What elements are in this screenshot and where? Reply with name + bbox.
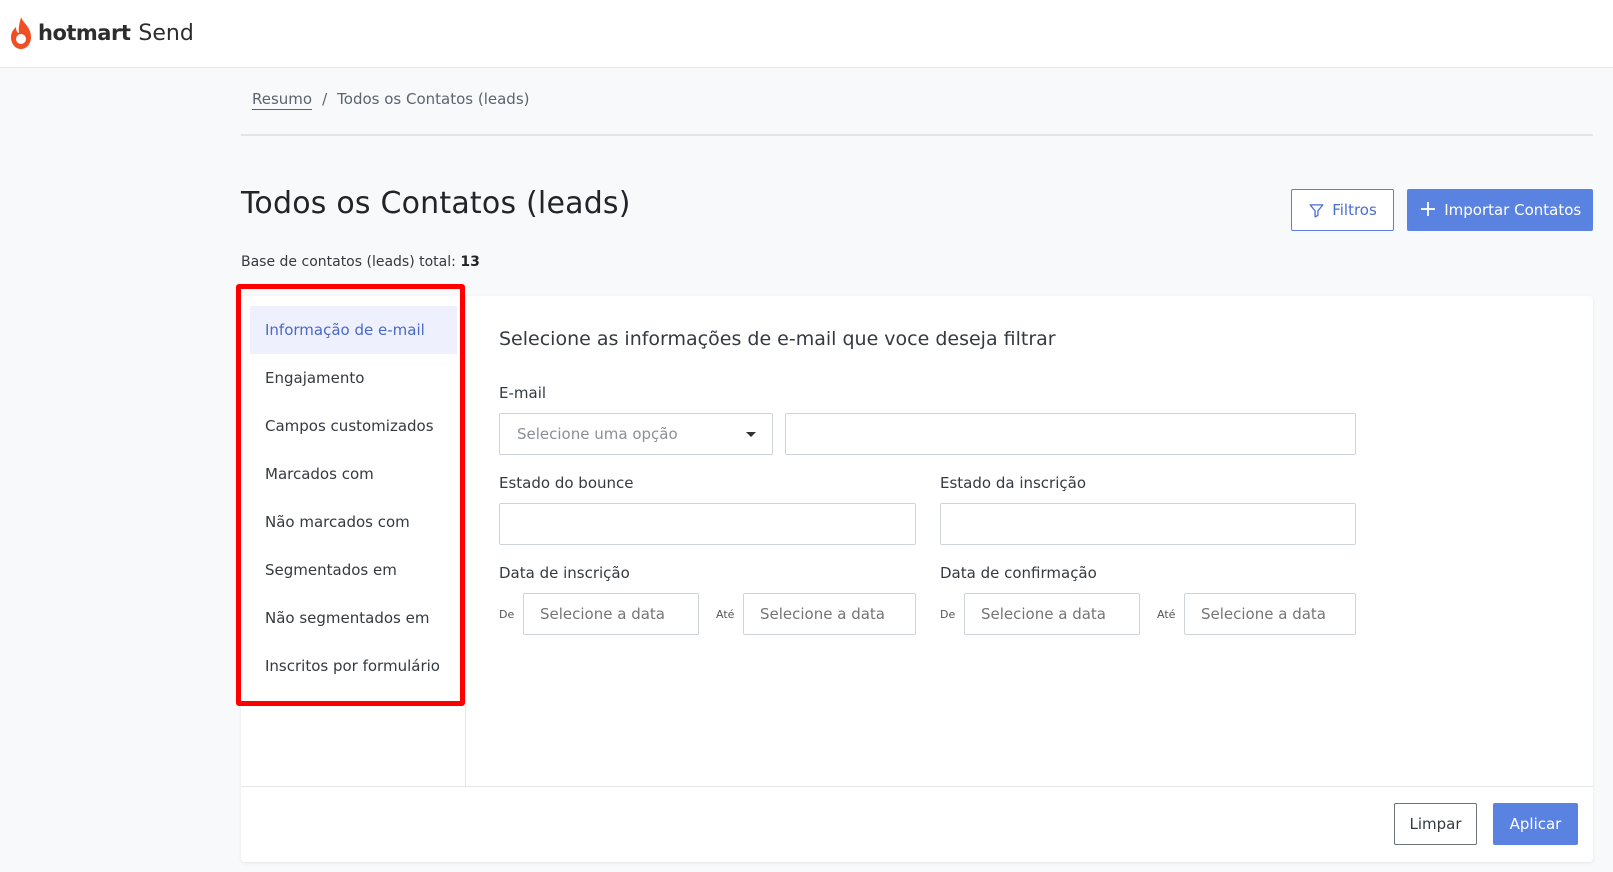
subscription-label: Estado da inscrição bbox=[940, 474, 1087, 492]
breadcrumb-home-link[interactable]: Resumo bbox=[252, 90, 313, 110]
confirm-date-from-label: De bbox=[940, 608, 956, 621]
subscription-input[interactable] bbox=[940, 503, 1356, 545]
filter-category-form-subscribers[interactable]: Inscritos por formulário bbox=[250, 642, 457, 690]
filter-category-list: Informação de e-mail Engajamento Campos … bbox=[241, 296, 466, 786]
filters-button[interactable]: Filtros bbox=[1291, 189, 1394, 231]
filter-category-engagement[interactable]: Engajamento bbox=[250, 354, 457, 402]
caret-down-icon bbox=[746, 432, 756, 437]
plus-icon: + bbox=[1418, 197, 1438, 222]
breadcrumb: Resumo / Todos os Contatos (leads) bbox=[252, 90, 530, 110]
import-contacts-button[interactable]: + Importar Contatos bbox=[1407, 189, 1593, 231]
filter-category-not-tagged[interactable]: Não marcados com bbox=[250, 498, 457, 546]
contacts-total-label: Base de contatos (leads) total: bbox=[241, 254, 456, 270]
confirm-date-to-label: Até bbox=[1157, 608, 1176, 621]
top-bar: hotmart Send bbox=[0, 0, 1613, 68]
breadcrumb-current: Todos os Contatos (leads) bbox=[337, 90, 530, 108]
email-label: E-mail bbox=[499, 384, 547, 402]
flame-icon bbox=[11, 17, 31, 49]
confirm-date-from-input[interactable] bbox=[964, 593, 1140, 635]
brand-name: hotmart bbox=[38, 21, 131, 45]
filters-button-label: Filtros bbox=[1332, 201, 1377, 219]
signup-date-to-input[interactable] bbox=[743, 593, 916, 635]
form-title: Selecione as informações de e-mail que v… bbox=[499, 328, 1056, 350]
import-contacts-label: Importar Contatos bbox=[1444, 201, 1582, 219]
signup-date-from-input[interactable] bbox=[523, 593, 699, 635]
signup-date-to-label: Até bbox=[716, 608, 735, 621]
email-operator-select[interactable]: Selecione uma opção bbox=[499, 413, 773, 455]
filter-category-segmented[interactable]: Segmentados em bbox=[250, 546, 457, 594]
apply-button[interactable]: Aplicar bbox=[1493, 803, 1578, 845]
bounce-input[interactable] bbox=[499, 503, 916, 545]
clear-button[interactable]: Limpar bbox=[1394, 803, 1477, 845]
confirm-date-to-input[interactable] bbox=[1184, 593, 1356, 635]
filter-category-tagged[interactable]: Marcados com bbox=[250, 450, 457, 498]
bounce-label: Estado do bounce bbox=[499, 474, 634, 492]
filter-category-custom-fields[interactable]: Campos customizados bbox=[250, 402, 457, 450]
breadcrumb-separator: / bbox=[322, 90, 328, 108]
confirm-date-label: Data de confirmação bbox=[940, 564, 1097, 582]
signup-date-label: Data de inscrição bbox=[499, 564, 630, 582]
logo[interactable]: hotmart Send bbox=[8, 16, 194, 50]
filter-category-not-segmented[interactable]: Não segmentados em bbox=[250, 594, 457, 642]
panel-footer-divider bbox=[241, 786, 1593, 787]
page-title: Todos os Contatos (leads) bbox=[241, 186, 631, 221]
contacts-total: Base de contatos (leads) total: 13 bbox=[241, 254, 480, 270]
filter-icon bbox=[1309, 203, 1324, 218]
filter-category-email-info[interactable]: Informação de e-mail bbox=[250, 306, 457, 354]
signup-date-from-label: De bbox=[499, 608, 515, 621]
email-operator-placeholder: Selecione uma opção bbox=[517, 425, 678, 443]
breadcrumb-divider bbox=[241, 134, 1593, 136]
contacts-total-value: 13 bbox=[460, 254, 480, 270]
filter-panel: Informação de e-mail Engajamento Campos … bbox=[241, 296, 1593, 862]
product-name: Send bbox=[138, 20, 194, 46]
email-input[interactable] bbox=[785, 413, 1356, 455]
